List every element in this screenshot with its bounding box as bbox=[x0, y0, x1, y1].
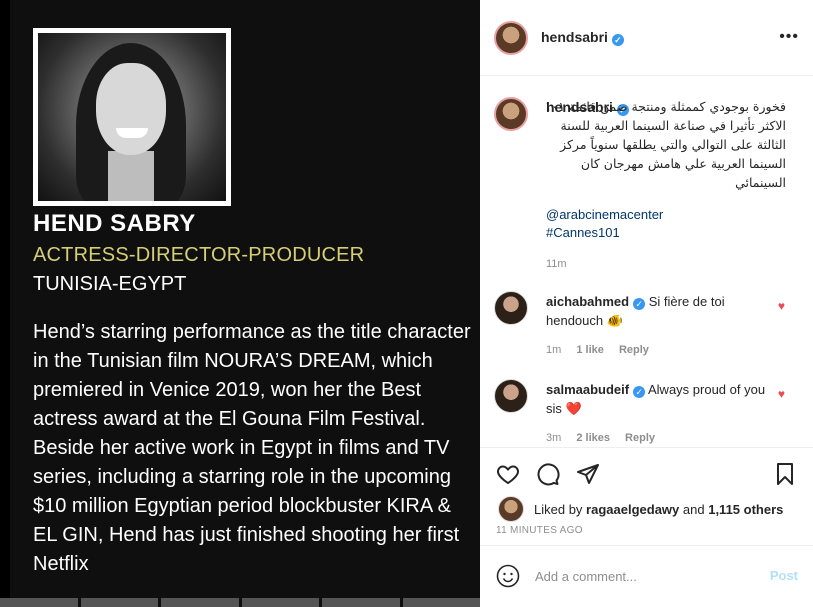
caption-avatar[interactable] bbox=[494, 97, 528, 131]
liker-username[interactable]: ragaaelgedawy bbox=[586, 502, 679, 517]
action-bar bbox=[480, 447, 813, 497]
media-thumbnail-strip bbox=[0, 598, 480, 607]
post-header: hendsabri ✓ ••• bbox=[480, 0, 813, 76]
media-role: ACTRESS-DIRECTOR-PRODUCER bbox=[33, 244, 365, 266]
media-edge bbox=[0, 0, 10, 607]
likes-summary: Liked by ragaaelgedawy and 1,115 others bbox=[498, 496, 783, 522]
author-avatar[interactable] bbox=[494, 20, 528, 55]
save-bookmark-icon[interactable] bbox=[773, 462, 797, 486]
media-country: TUNISIA-EGYPT bbox=[33, 273, 187, 295]
like-heart-icon[interactable] bbox=[496, 462, 520, 486]
author-username[interactable]: hendsabri ✓ bbox=[541, 29, 624, 46]
comment-reply-button[interactable]: Reply bbox=[619, 344, 649, 356]
likes-prefix: Liked by bbox=[534, 501, 583, 517]
comment-composer: Post bbox=[480, 545, 813, 607]
comment-time[interactable]: 1m bbox=[546, 344, 561, 356]
media-name: HEND SABRY bbox=[33, 210, 196, 237]
comment-bubble-icon[interactable] bbox=[536, 462, 560, 486]
post-timestamp[interactable]: 11 MINUTES AGO bbox=[496, 525, 583, 536]
caption-time[interactable]: 11m bbox=[546, 258, 567, 270]
comment-likes[interactable]: 2 likes bbox=[576, 432, 610, 444]
caption-text: فخورة بوجودي كممثلة ومنتجة ضمن قائمة ١٠١… bbox=[544, 99, 786, 190]
comment-meta: 1m 1 like Reply bbox=[546, 344, 661, 356]
portrait-photo bbox=[38, 33, 226, 201]
comment-body: aichabahmed ✓ Si fière de toi hendouch 🐠 bbox=[546, 292, 766, 330]
caption-hashtag-link[interactable]: #Cannes101 bbox=[546, 225, 620, 240]
share-paper-plane-icon[interactable] bbox=[576, 462, 600, 486]
comment-input[interactable] bbox=[535, 566, 755, 586]
comment-like-heart-icon[interactable]: ♥ bbox=[778, 387, 785, 401]
verified-badge-icon: ✓ bbox=[633, 386, 646, 398]
post-side-panel: hendsabri ✓ ••• hendsabri ✓ فخورة بوجودي ك… bbox=[480, 0, 813, 607]
comment-meta: 3m 2 likes Reply bbox=[546, 432, 667, 444]
comment-avatar[interactable] bbox=[494, 291, 528, 325]
comment-likes[interactable]: 1 like bbox=[576, 344, 604, 356]
liker-avatar[interactable] bbox=[498, 496, 524, 522]
comment-like-heart-icon[interactable]: ♥ bbox=[778, 299, 785, 313]
emoji-icon[interactable] bbox=[496, 564, 520, 588]
comments-list[interactable]: hendsabri ✓ فخورة بوجودي كممثلة ومنتجة ضم… bbox=[480, 77, 813, 447]
verified-badge-icon: ✓ bbox=[633, 298, 646, 310]
more-options-icon[interactable]: ••• bbox=[779, 28, 799, 46]
comment-avatar[interactable] bbox=[494, 379, 528, 413]
post-comment-button[interactable]: Post bbox=[770, 568, 798, 583]
post-media[interactable]: HEND SABRY ACTRESS-DIRECTOR-PRODUCER TUN… bbox=[0, 0, 480, 607]
media-bio: Hend’s starring performance as the title… bbox=[33, 321, 471, 575]
likes-and: and bbox=[682, 501, 705, 517]
likes-others-link[interactable]: 1,115 others bbox=[708, 502, 783, 517]
instagram-post-view: HEND SABRY ACTRESS-DIRECTOR-PRODUCER TUN… bbox=[0, 0, 813, 607]
caption-mention-link[interactable]: @arabcinemacenter bbox=[546, 207, 663, 222]
portrait-frame bbox=[33, 28, 231, 206]
verified-badge-icon: ✓ bbox=[611, 34, 624, 46]
comment-body: salmaabudeif ✓ Always proud of you sis ❤️ bbox=[546, 380, 766, 418]
comment-username[interactable]: salmaabudeif bbox=[546, 382, 629, 397]
comment-time[interactable]: 3m bbox=[546, 432, 561, 444]
comment-reply-button[interactable]: Reply bbox=[625, 432, 655, 444]
comment-username[interactable]: aichabahmed bbox=[546, 294, 629, 309]
